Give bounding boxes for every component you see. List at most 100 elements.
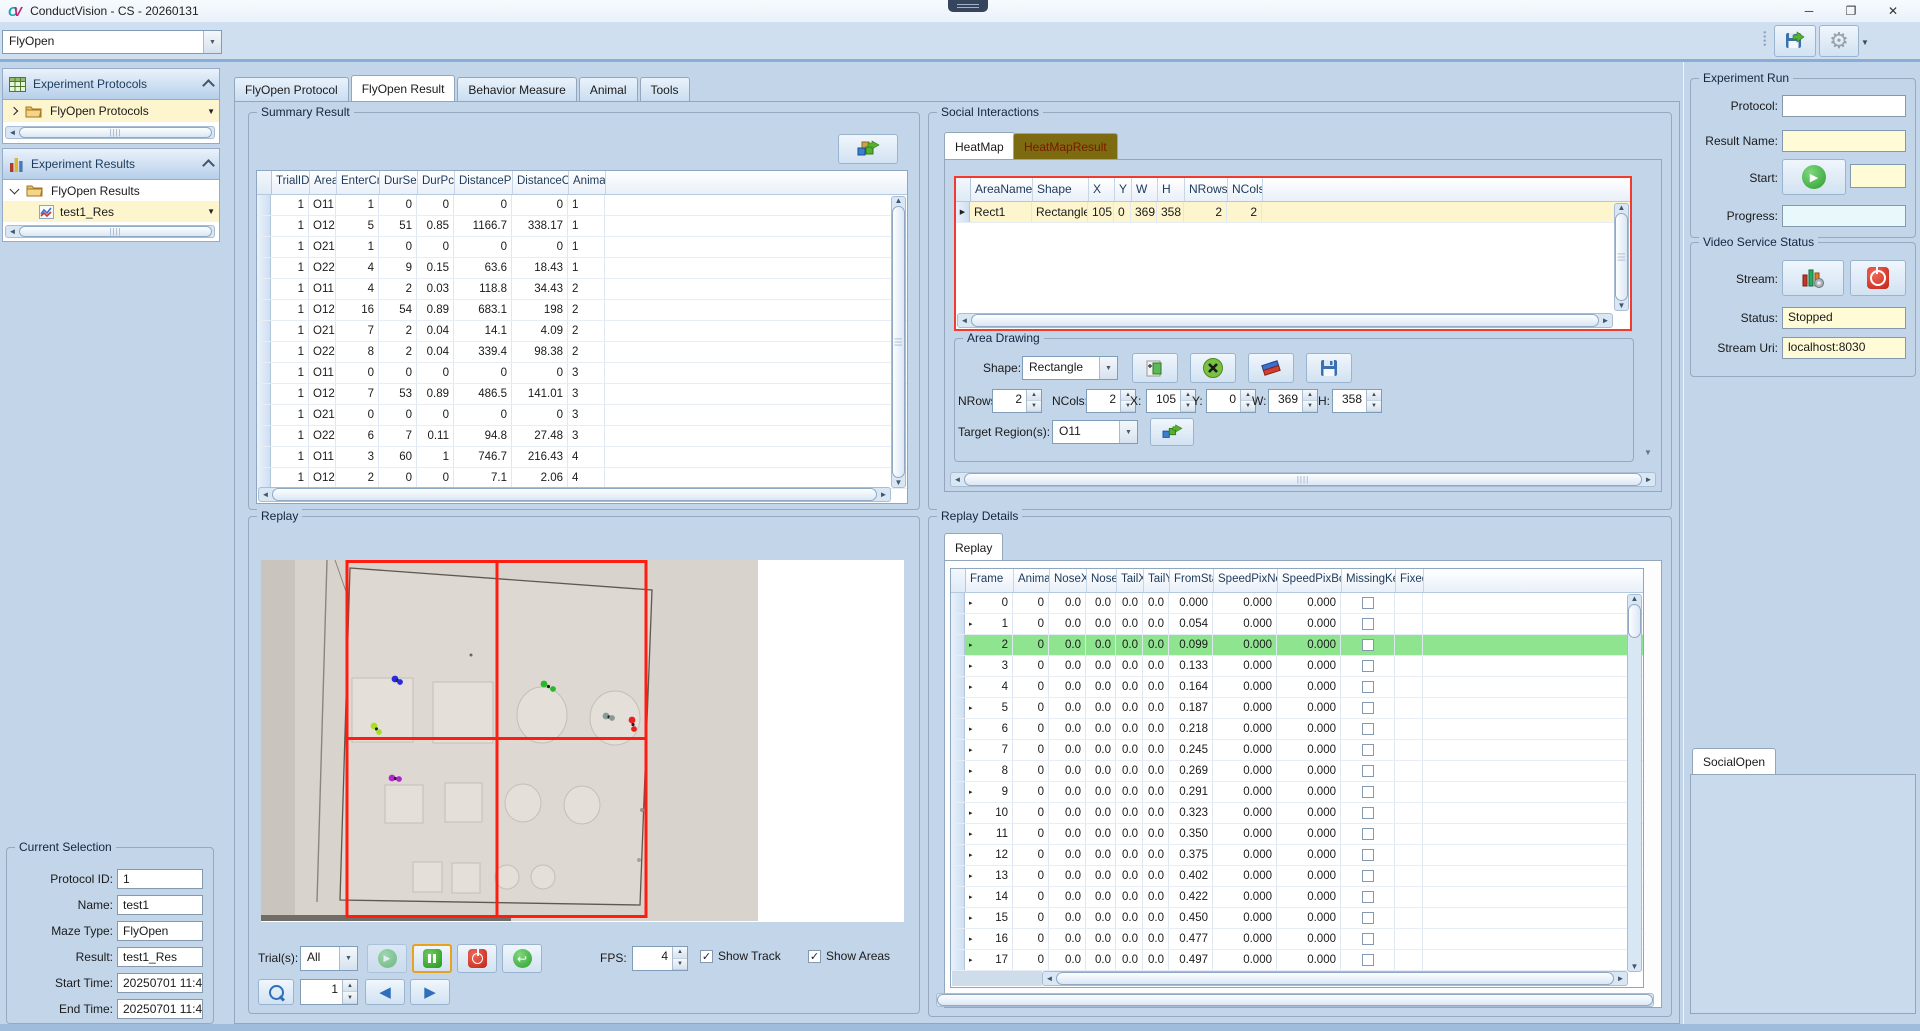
chevron-down-icon[interactable]: ▼ [1099,357,1117,379]
missingkeys-checkbox[interactable] [1362,744,1374,756]
start-value-input[interactable] [1850,164,1906,188]
prev-frame-button[interactable]: ◀ [365,979,405,1005]
missingkeys-checkbox[interactable] [1362,828,1374,840]
scroll-up-icon[interactable]: ▲ [1628,595,1641,603]
missingkeys-checkbox[interactable] [1362,702,1374,714]
selection-field-value[interactable]: FlyOpen [117,921,203,941]
minimize-button[interactable]: ─ [1790,0,1828,22]
fps-spinner[interactable]: 4 ▲▼ [632,946,688,971]
results-hscrollbar[interactable]: ◄ |||| [5,225,215,238]
collapse-chevron-icon[interactable] [202,79,215,92]
summary-table-row[interactable]: 1O1216540.89683.11982 [257,300,907,321]
scroll-right-icon[interactable]: ► [1642,476,1655,484]
play-button[interactable]: ▶ [367,944,407,973]
replay-details-row[interactable]: ▸700.00.00.00.00.2450.0000.000 [951,740,1643,761]
replay-details-row[interactable]: ▸100.00.00.00.00.0540.0000.000 [951,614,1643,635]
replay-details-row[interactable]: ▸1000.00.00.00.00.3230.0000.000 [951,803,1643,824]
tab-flyopen-result[interactable]: FlyOpen Result [351,75,456,102]
row-expander-icon[interactable]: ▸ [969,851,973,859]
start-run-button[interactable]: ▶ [1782,159,1846,195]
column-header[interactable]: Animal [1014,569,1050,592]
missingkeys-checkbox[interactable] [1362,723,1374,735]
replay-details-row[interactable]: ▸1100.00.00.00.00.3500.0000.000 [951,824,1643,845]
column-header[interactable]: DistancePix [455,171,513,194]
replay-details-row[interactable]: ▸1200.00.00.00.00.3750.0000.000 [951,845,1643,866]
save-areas-button[interactable] [1306,353,1352,383]
column-header[interactable]: AreaName [971,178,1033,201]
pause-button[interactable] [412,944,452,973]
stop-button[interactable] [457,944,497,973]
replay-details-row[interactable]: ▸1400.00.00.00.00.4220.0000.000 [951,887,1643,908]
chevron-down-icon[interactable]: ▼ [1119,421,1137,443]
column-header[interactable]: Frame [966,569,1014,592]
area-h-spinner[interactable]: 358▲▼ [1332,389,1382,413]
row-expander-icon[interactable]: ▸ [969,956,973,964]
column-header[interactable]: TrialID [272,171,310,194]
missingkeys-checkbox[interactable] [1362,912,1374,924]
spin-up-icon[interactable]: ▲ [343,980,357,992]
expander-icon[interactable] [10,107,18,115]
column-header[interactable]: NCols [1228,178,1263,201]
missingkeys-checkbox[interactable] [1362,765,1374,777]
experiment-protocols-header[interactable]: Experiment Protocols [2,68,220,100]
row-expander-icon[interactable]: ▸ [969,704,973,712]
tab-replay-details[interactable]: Replay [944,533,1003,561]
column-header[interactable]: NRows [1185,178,1228,201]
scroll-right-icon[interactable]: ► [1599,317,1612,325]
column-header[interactable]: H [1158,178,1185,201]
tab-heatmap[interactable]: HeatMap [944,132,1015,160]
spin-down-icon[interactable]: ▼ [1367,401,1381,412]
missingkeys-checkbox[interactable] [1362,681,1374,693]
row-expander-icon[interactable]: ▸ [969,683,973,691]
replay-details-row[interactable]: ▸200.00.00.00.00.0990.0000.000 [951,635,1643,656]
stream-service-button[interactable] [1782,260,1844,296]
draw-area-button[interactable] [1132,353,1178,383]
row-expander-icon[interactable]: ▸ [969,725,973,733]
selection-field-value[interactable]: 20250701 11:42 [117,973,203,993]
summary-table-row[interactable]: 1O11420.03118.834.432 [257,279,907,300]
missingkeys-checkbox[interactable] [1362,618,1374,630]
stream-power-button[interactable] [1850,260,1906,296]
heatmap-page-hscrollbar[interactable]: ◄ |||| ► [950,472,1656,487]
summary-table-row[interactable]: 1O21100001 [257,237,907,258]
row-options-chevron[interactable]: ▼ [207,107,215,116]
tab-flyopen-protocol[interactable]: FlyOpen Protocol [234,77,349,102]
replay-details-row[interactable]: ▸600.00.00.00.00.2180.0000.000 [951,719,1643,740]
column-header[interactable]: DurSec [380,171,418,194]
row-expander-icon[interactable]: ▸ [969,767,973,775]
row-expander-icon[interactable]: ▸ [969,935,973,943]
summary-table-row[interactable]: 1O127530.89486.5141.013 [257,384,907,405]
tab-tools[interactable]: Tools [640,77,690,102]
area-y-spinner[interactable]: 0▲▼ [1206,389,1256,413]
checkbox-checked-icon[interactable]: ✓ [700,950,713,963]
column-header[interactable]: W [1132,178,1158,201]
summary-table-row[interactable]: 1O22820.04339.498.382 [257,342,907,363]
toolbar-overflow-chevron[interactable]: ▼ [1861,38,1869,47]
row-expander-icon[interactable]: ▸ [969,893,973,901]
selection-field-value[interactable]: 1 [117,869,203,889]
spin-up-icon[interactable]: ▲ [673,947,687,959]
summary-table-row[interactable]: 1O21000003 [257,405,907,426]
row-expander-icon[interactable]: ▸ [969,599,973,607]
area-ncols-spinner[interactable]: 2▲▼ [1086,389,1136,413]
chevron-down-icon[interactable]: ▼ [339,947,357,970]
replay-details-row[interactable]: ▸1300.00.00.00.00.4020.0000.000 [951,866,1643,887]
replay-details-vscrollbar[interactable]: ▲ ▼ [1627,594,1642,972]
selection-field-value[interactable]: test1 [117,895,203,915]
page-scroll-down-icon[interactable]: ▼ [1644,448,1652,457]
column-header[interactable]: DistanceCm [513,171,569,194]
scroll-left-icon[interactable]: ◄ [6,129,19,137]
scroll-up-icon[interactable]: ▲ [1615,204,1628,212]
replay-details-row[interactable]: ▸000.00.00.00.00.0000.0000.000 [951,593,1643,614]
target-region-combobox[interactable]: O11 ▼ [1052,420,1138,444]
missingkeys-checkbox[interactable] [1362,891,1374,903]
scroll-left-icon[interactable]: ◄ [958,317,971,325]
replay-details-row[interactable]: ▸1600.00.00.00.00.4770.0000.000 [951,929,1643,950]
summary-table-row[interactable]: 1O122007.12.064 [257,468,907,489]
replay-details-row[interactable]: ▸1500.00.00.00.00.4500.0000.000 [951,908,1643,929]
next-frame-button[interactable]: ▶ [410,979,450,1005]
checkbox-checked-icon[interactable]: ✓ [808,950,821,963]
trials-combobox[interactable]: All ▼ [300,946,358,971]
window-drag-handle[interactable] [948,0,988,12]
tree-item-flyopen-protocols[interactable]: FlyOpen Protocols ▼ [3,100,219,122]
